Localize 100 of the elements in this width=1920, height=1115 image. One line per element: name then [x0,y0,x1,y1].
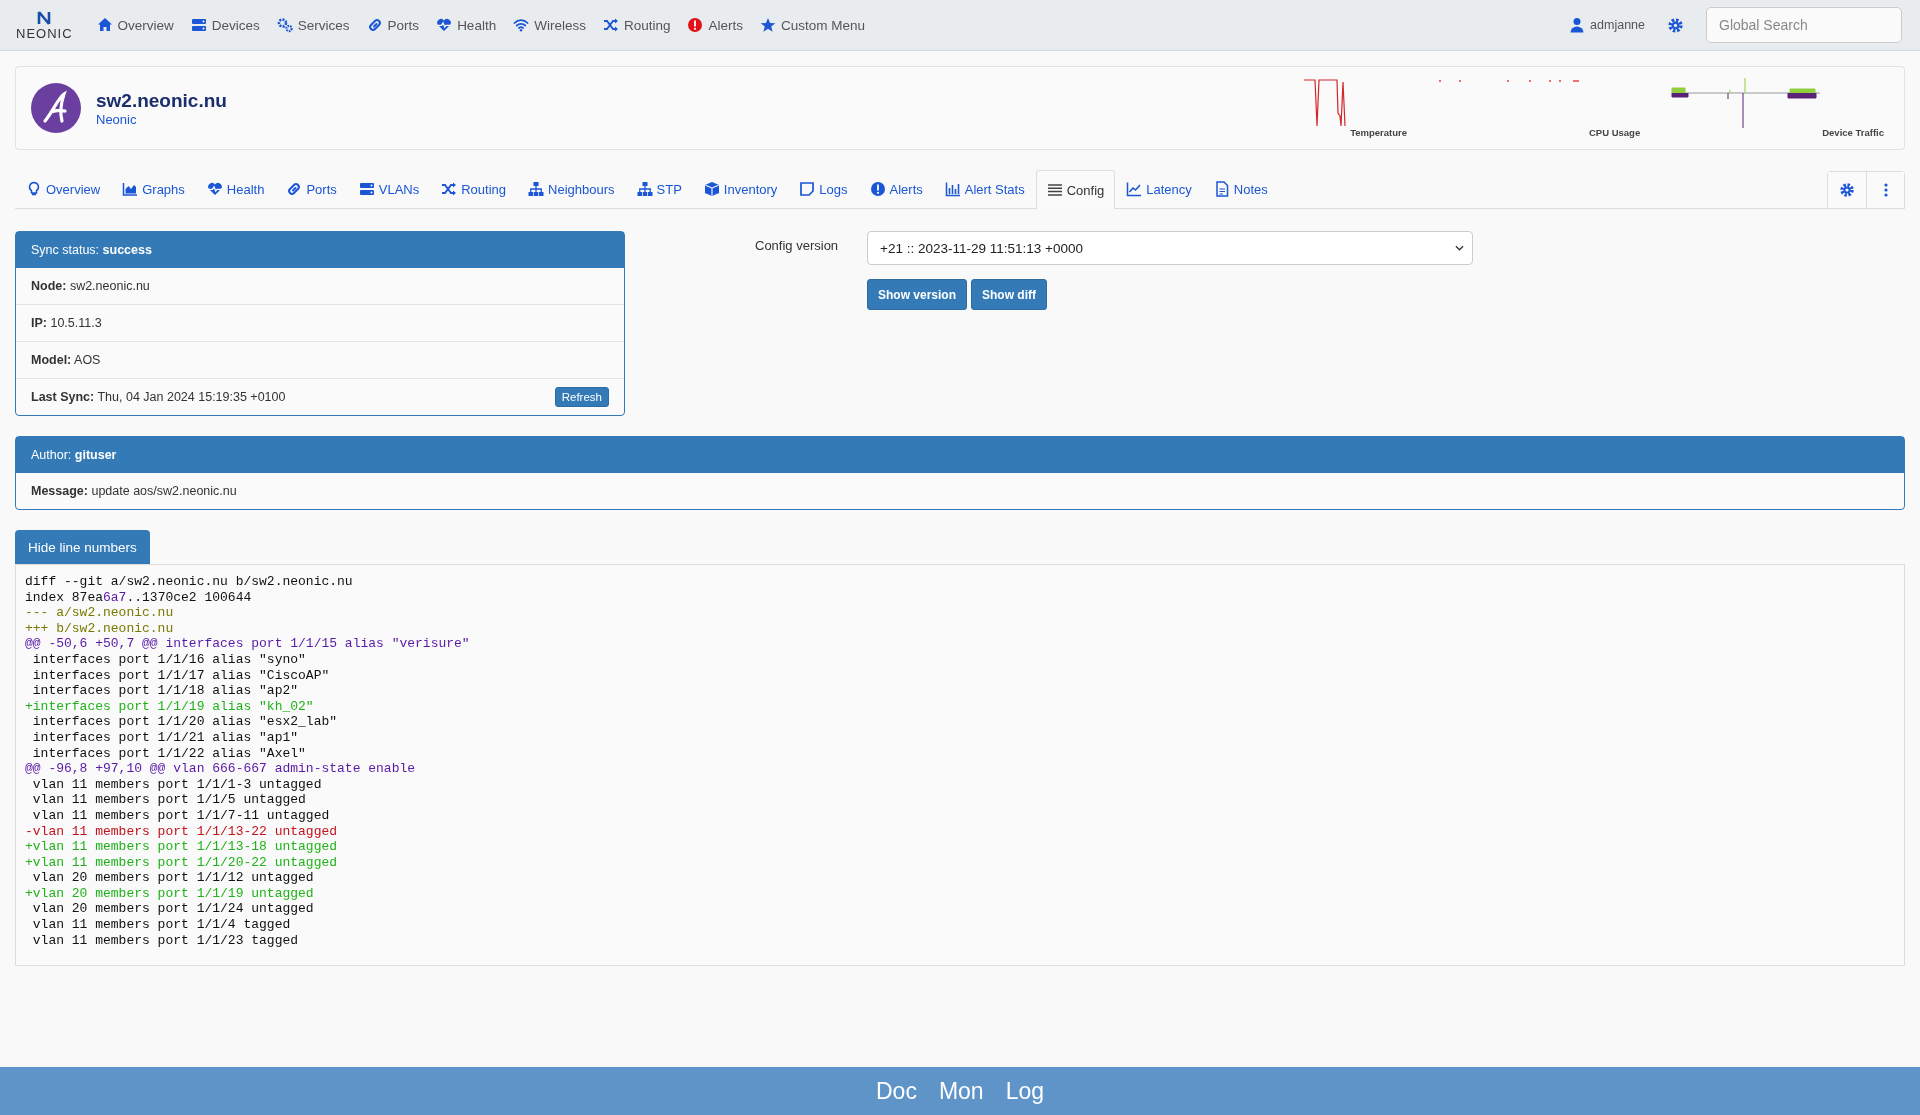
nav-link[interactable]: Overview [96,17,174,33]
tab[interactable]: VLANs [347,169,431,208]
wifi-icon [513,17,530,33]
diff-line: interfaces port 1/1/20 alias "esx2_lab" [31,714,338,730]
diff-line: interfaces port 1/1/18 alias "ap2" [31,683,299,699]
user-menu[interactable]: admjanne [1569,17,1645,33]
brand-name: NEONIC [16,25,73,41]
tab[interactable]: Overview [15,169,112,208]
file-icon [1213,181,1230,197]
diff-line: vlan 20 members port 1/1/12 untagged [31,870,314,886]
logo-icon [37,9,52,26]
exclamation-icon [869,181,886,197]
diff-line: vlan 11 members port 1/1/1-3 untagged [31,776,322,793]
diff-line: @@ -96,8 +97,10 @@ vlan 666-667 admin-state enable [25,761,416,777]
refresh-button[interactable]: Refresh [554,387,609,407]
exclamation-icon [687,17,704,33]
nav-link[interactable]: Health [436,17,497,33]
heart-pulse-icon [436,17,453,33]
diff-line: interfaces port 1/1/16 alias "syno" [31,651,306,668]
note-icon [799,181,816,197]
sitemap-icon [636,181,653,197]
nav-link[interactable]: Services [276,17,350,33]
diff-line: vlan 11 members port 1/1/4 tagged [31,917,291,933]
graph-label: Device Traffic [1822,127,1884,138]
action-button[interactable]: Show version [867,279,968,310]
heart-pulse-icon [206,181,223,197]
link-icon [366,17,383,33]
device-logo-icon [31,83,81,133]
server-icon [190,17,207,33]
bar-chart-icon [944,181,961,197]
panel-heading: Sync status: success [31,243,152,257]
diff-line: vlan 11 members port 1/1/7-11 untagged [31,807,330,824]
temperature-sparkline[interactable] [1303,78,1349,128]
tab[interactable]: Notes [1202,169,1279,208]
tab[interactable]: Neighbours [517,169,626,208]
diff-line: interfaces port 1/1/21 alias "ap1" [31,729,299,746]
diff-line: -vlan 11 members port 1/1/13-22 untagged [25,823,338,840]
user-icon [1569,17,1586,33]
tab[interactable]: Config [1035,170,1116,209]
tab[interactable]: Latency [1115,169,1203,208]
nav-link[interactable]: Custom Menu [760,17,866,33]
diff-line: vlan 11 members port 1/1/5 untagged [31,792,306,808]
brand-logo[interactable]: NEONIC [16,9,73,41]
graph-label: Temperature [1350,127,1407,138]
nav-link[interactable]: Wireless [513,17,586,33]
action-button[interactable]: Show diff [971,279,1048,310]
toggle-line-numbers-button[interactable]: Hide line numbers [15,530,150,564]
shuffle-icon [441,181,458,197]
diff-line: index 87ea6a7..1370ce2 100644 [25,589,252,606]
nav-link[interactable]: Ports [366,17,420,33]
footer-link[interactable]: Doc [876,1077,917,1105]
tab[interactable]: Graphs [111,169,196,208]
diff-line: +interfaces port 1/1/19 alias "kh_02" [25,698,314,715]
area-chart-icon [122,181,139,197]
version-select[interactable]: +21 :: 2023-11-29 11:51:13 +0000 [867,231,1473,265]
graph-label: CPU Usage [1589,127,1641,138]
info-text: Last Sync: Thu, 04 Jan 2024 15:19:35 +0100 [31,390,286,404]
more-icon [1883,182,1888,198]
diff-line: +++ b/sw2.neonic.nu [25,620,174,637]
home-icon [96,17,113,33]
diff-line: vlan 11 members port 1/1/23 tagged [31,932,299,949]
tab[interactable]: Ports [275,169,348,208]
lightbulb-icon [26,181,42,197]
chevron-down-icon [1455,245,1464,251]
tab[interactable]: Alerts [858,169,934,208]
info-text: Node: sw2.neonic.nu [31,279,150,293]
tab[interactable]: Logs [788,169,859,208]
tab[interactable]: STP [625,169,693,208]
tab[interactable]: Inventory [692,169,789,208]
device-vendor[interactable]: Neonic [96,111,227,127]
tab[interactable]: Health [195,169,276,208]
commit-message: Message: update aos/sw2.neonic.nu [31,484,237,498]
server-icon [358,181,375,197]
diff-line: +vlan 20 members port 1/1/19 untagged [25,885,314,902]
diff-line: diff --git a/sw2.neonic.nu b/sw2.neonic.nu [25,574,353,590]
list-icon [1046,182,1063,198]
shuffle-icon [602,17,619,33]
search-field[interactable]: Global Search [1706,7,1902,43]
star-icon [760,17,776,33]
link-icon [286,181,303,197]
tab[interactable]: Routing [430,169,518,208]
nav-link[interactable]: Devices [190,17,260,33]
nav-link[interactable]: Routing [602,17,671,33]
diff-line: vlan 20 members port 1/1/24 untagged [31,901,314,918]
nav-link[interactable]: Alerts [687,17,743,33]
traffic-sparkline[interactable] [1670,78,1821,128]
gears-icon [276,17,293,33]
panel-heading: Author: gituser [31,448,117,462]
field-label: Config version [755,237,840,253]
diff-line: --- a/sw2.neonic.nu [25,605,174,621]
cube-icon [703,181,720,197]
tab[interactable]: Alert Stats [933,169,1036,208]
diff-line: interfaces port 1/1/22 alias "Axel" [31,745,306,762]
info-text: IP: 10.5.11.3 [31,316,102,330]
sitemap-icon [528,181,545,197]
footer-link[interactable]: Log [1005,1077,1044,1105]
diff-line: interfaces port 1/1/17 alias "CiscoAP" [31,667,330,684]
diff-line: +vlan 11 members port 1/1/13-18 untagged [25,839,338,855]
device-hostname[interactable]: sw2.neonic.nu [96,89,227,112]
footer-link[interactable]: Mon [938,1077,984,1105]
